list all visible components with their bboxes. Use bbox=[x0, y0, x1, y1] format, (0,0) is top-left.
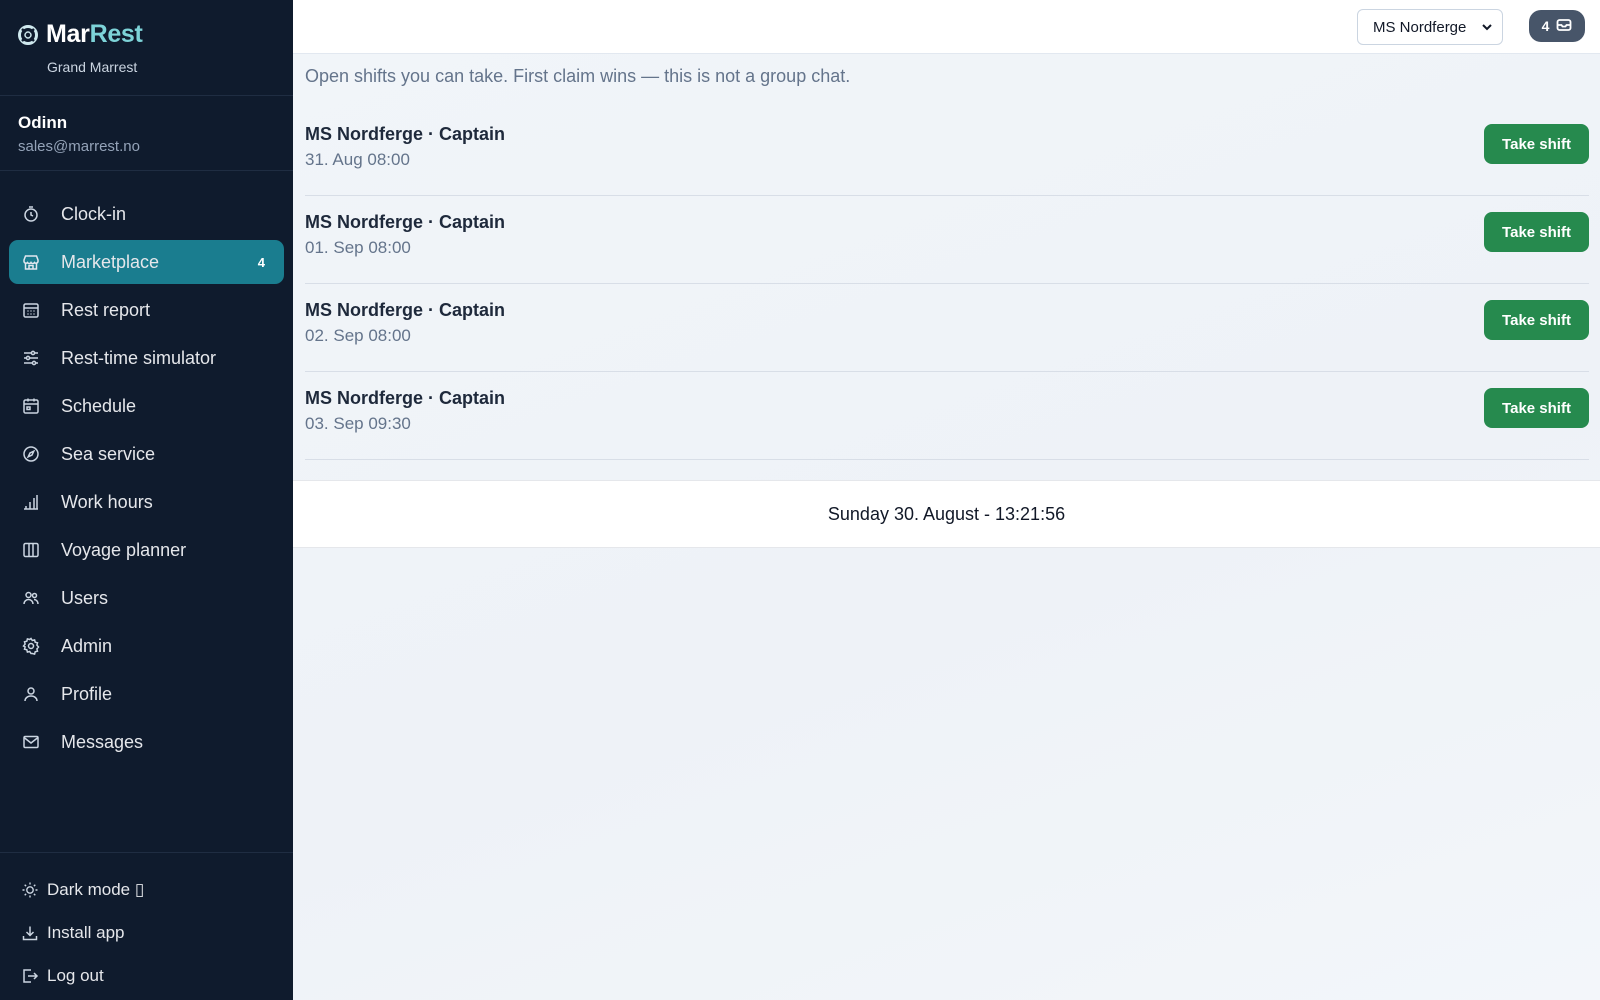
shift-row: MS Nordferge · Captain 31. Aug 08:00 Tak… bbox=[305, 108, 1589, 196]
nav-item-rest-report[interactable]: Rest report bbox=[9, 288, 284, 332]
lifebuoy-logo-icon bbox=[18, 24, 38, 45]
user-email: sales@marrest.no bbox=[18, 138, 140, 155]
map-icon bbox=[22, 541, 40, 559]
inbox-icon bbox=[1556, 17, 1572, 36]
brand-name[interactable]: MarRest bbox=[46, 20, 143, 49]
nav-item-clock-in[interactable]: Clock-in bbox=[9, 192, 284, 236]
marketplace-intro: Open shifts you can take. First claim wi… bbox=[305, 66, 851, 86]
shift-row: MS Nordferge · Captain 03. Sep 09:30 Tak… bbox=[305, 372, 1589, 460]
inbox-count: 4 bbox=[1541, 18, 1550, 34]
shift-time: 31. Aug 08:00 bbox=[305, 150, 410, 169]
calendar-grid-icon bbox=[22, 301, 40, 319]
nav-item-schedule[interactable]: Schedule bbox=[9, 384, 284, 428]
nav-item-users[interactable]: Users bbox=[9, 576, 284, 620]
nav-item-admin[interactable]: Admin bbox=[9, 624, 284, 668]
user-icon bbox=[22, 685, 40, 703]
nav-item-sea-service[interactable]: Sea service bbox=[9, 432, 284, 476]
nav-item-marketplace[interactable]: Marketplace 4 bbox=[9, 240, 284, 284]
current-datetime: Sunday 30. August - 13:21:56 bbox=[293, 480, 1600, 548]
sliders-icon bbox=[22, 349, 40, 367]
top-bar: MS Nordferge 4 bbox=[293, 0, 1600, 54]
marketplace-count-badge: 4 bbox=[257, 254, 265, 270]
shift-title: MS Nordferge · Captain bbox=[305, 124, 506, 144]
compass-icon bbox=[22, 445, 40, 463]
nav-item-messages[interactable]: Messages bbox=[9, 720, 284, 764]
nav-item-profile[interactable]: Profile bbox=[9, 672, 284, 716]
chevron-down-icon bbox=[1480, 20, 1494, 34]
bar-chart-icon bbox=[22, 493, 40, 511]
vessel-select[interactable]: MS Nordferge bbox=[1357, 9, 1503, 45]
inbox-button[interactable]: 4 bbox=[1529, 10, 1585, 42]
nav-item-work-hours[interactable]: Work hours bbox=[9, 480, 284, 524]
shift-time: 02. Sep 08:00 bbox=[305, 326, 411, 345]
calendar-icon bbox=[22, 397, 40, 415]
shift-row: MS Nordferge · Captain 02. Sep 08:00 Tak… bbox=[305, 284, 1589, 372]
brand: MarRest Grand Marrest bbox=[0, 0, 293, 96]
nav-item-rest-time-simulator[interactable]: Rest-time simulator bbox=[9, 336, 284, 380]
log-out-button[interactable]: Log out bbox=[0, 954, 293, 997]
take-shift-button[interactable]: Take shift bbox=[1484, 124, 1589, 164]
gear-icon bbox=[22, 637, 40, 655]
organization-name: Grand Marrest bbox=[47, 59, 138, 75]
open-shifts-list: MS Nordferge · Captain 31. Aug 08:00 Tak… bbox=[305, 108, 1589, 460]
nav-item-voyage-planner[interactable]: Voyage planner bbox=[9, 528, 284, 572]
sidebar: MarRest Grand Marrest Odinn sales@marres… bbox=[0, 0, 293, 1000]
mail-icon bbox=[22, 733, 40, 751]
user-info: Odinn sales@marrest.no bbox=[0, 96, 293, 171]
main-nav: Clock-in Marketplace 4 Rest report Rest-… bbox=[0, 171, 293, 764]
take-shift-button[interactable]: Take shift bbox=[1484, 300, 1589, 340]
download-icon bbox=[21, 924, 39, 942]
shift-row: MS Nordferge · Captain 01. Sep 08:00 Tak… bbox=[305, 196, 1589, 284]
shift-time: 03. Sep 09:30 bbox=[305, 414, 411, 433]
store-icon bbox=[22, 253, 40, 271]
users-icon bbox=[22, 589, 40, 607]
take-shift-button[interactable]: Take shift bbox=[1484, 212, 1589, 252]
sidebar-footer: Dark mode ▯ Install app Log out bbox=[0, 852, 293, 1000]
shift-title: MS Nordferge · Captain bbox=[305, 388, 506, 408]
marketplace-main: Open shifts you can take. First claim wi… bbox=[293, 54, 1600, 1000]
shift-time: 01. Sep 08:00 bbox=[305, 238, 411, 257]
dark-mode-toggle[interactable]: Dark mode ▯ bbox=[0, 868, 293, 911]
take-shift-button[interactable]: Take shift bbox=[1484, 388, 1589, 428]
user-name: Odinn bbox=[18, 113, 68, 132]
shift-title: MS Nordferge · Captain bbox=[305, 212, 506, 232]
clock-icon bbox=[22, 205, 40, 223]
sun-icon bbox=[21, 881, 39, 899]
install-app-button[interactable]: Install app bbox=[0, 911, 293, 954]
logout-icon bbox=[21, 967, 39, 985]
shift-title: MS Nordferge · Captain bbox=[305, 300, 506, 320]
